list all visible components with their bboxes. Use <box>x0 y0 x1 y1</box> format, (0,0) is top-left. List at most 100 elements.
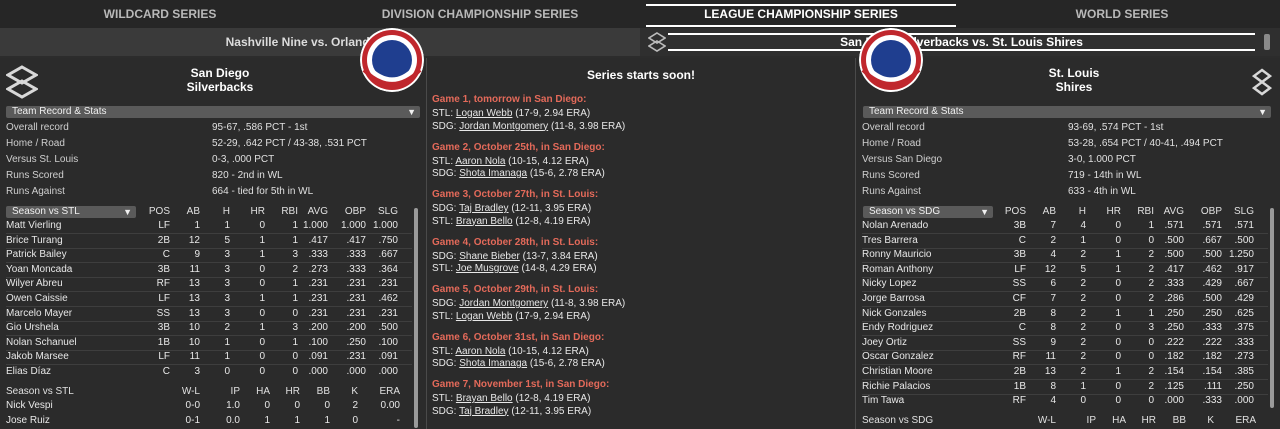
pitcher-season-stats: (14-8, 4.29 ERA) <box>521 263 597 274</box>
batter-stat: 1 <box>259 293 265 304</box>
batter-name: Jorge Barrosa <box>862 293 925 304</box>
pitching-header-cell: HR <box>1141 415 1156 426</box>
matchup-bar-selected[interactable]: San Diego Silverbacks vs. St. Louis Shir… <box>640 28 1280 56</box>
batter-stat: .100 <box>308 336 328 348</box>
pitcher-name: Jose Ruiz <box>6 414 50 426</box>
tab-world-series[interactable]: WORLD SERIES <box>964 0 1280 28</box>
batter-stat: 2 <box>1080 249 1086 261</box>
game-title: Game 7, November 1st, in San Diego: <box>432 379 610 390</box>
table-row[interactable]: Nick Gonzales 2B 8 2 1 1.250.250.625 <box>856 307 1268 322</box>
batter-name: Joey Ortiz <box>862 336 908 348</box>
batter-name: Roman Anthony <box>862 263 934 275</box>
table-row[interactable]: Tres Barrera C 2 1 0 0.500.667.500 <box>856 234 1268 249</box>
right-team-panel: St. Louis Shires Team Record & Stats ▼ O… <box>856 28 1280 429</box>
table-row[interactable]: Patrick Bailey C 9 3 1 3.333.333.667 <box>0 248 412 263</box>
pitcher-link[interactable]: Jordan Montgomery <box>459 298 548 309</box>
batter-stat: .091 <box>308 351 328 363</box>
table-row[interactable]: Jose Ruiz 0-1 0.0 1 1 1 0 - <box>0 414 412 429</box>
table-row[interactable]: Joey Ortiz SS 9 2 0 0.222.222.333 <box>856 336 1268 351</box>
pitcher-link[interactable]: Jordan Montgomery <box>459 121 548 132</box>
table-row[interactable]: Brice Turang 2B 12 5 1 1.417.417.750 <box>0 234 412 249</box>
table-row[interactable]: Marcelo Mayer SS 13 3 0 0.231.231.231 <box>0 307 412 322</box>
record-label: Versus San Diego <box>862 154 943 165</box>
pitcher-season-stats: (10-15, 4.12 ERA) <box>508 345 589 357</box>
batter-stat: 2 <box>224 322 230 334</box>
table-row[interactable]: Elias Díaz C 3 0 0 0.000.000.000 <box>0 365 412 380</box>
batter-stat: .333 <box>346 263 366 275</box>
table-row[interactable]: Matt Vierling LF 1 1 0 1 1.000 1.000 1.000 <box>0 219 412 234</box>
pitcher-link[interactable]: Brayan Bello <box>456 216 513 227</box>
batter-stat: .286 <box>1164 293 1184 304</box>
batter-stat: 12 <box>188 234 200 246</box>
pitching-header-cell: BB <box>1172 415 1186 426</box>
table-row[interactable]: Nicky Lopez SS 6 2 0 2.333.429.667 <box>856 277 1268 292</box>
pitcher-link[interactable]: Logan Webb <box>456 311 513 322</box>
table-row[interactable]: Nolan Arenado 3B 7 4 0 1.571.571.571 <box>856 219 1268 234</box>
pitcher-link[interactable]: Taj Bradley <box>459 406 508 417</box>
pitcher-link[interactable]: Joe Musgrove <box>456 263 519 274</box>
pitcher-link[interactable]: Logan Webb <box>456 108 513 119</box>
pitcher-link[interactable]: Taj Bradley <box>459 203 508 214</box>
left-record-dropdown[interactable]: Team Record & Stats ▼ <box>6 106 420 118</box>
batter-stat: .429 <box>1202 278 1222 290</box>
pitching-split-label: Season vs STL <box>6 386 74 397</box>
batter-stat: .417 <box>346 234 366 246</box>
pitcher-season-stats: (15-6, 2.78 ERA) <box>529 168 605 179</box>
pitcher-season-stats: (12-11, 3.95 ERA) <box>511 203 592 214</box>
batter-name: Elias Díaz <box>6 366 52 377</box>
pitcher-link[interactable]: Shane Bieber <box>459 251 520 262</box>
right-stats-scrollbar[interactable] <box>1270 208 1274 408</box>
batter-stat: 0 <box>259 220 265 231</box>
matchup-scrollbar[interactable] <box>1264 34 1270 50</box>
table-row[interactable]: Yoan Moncada 3B 11 3 0 2.273.333.364 <box>0 263 412 278</box>
pitcher-link[interactable]: Aaron Nola <box>455 156 505 167</box>
pitcher-stat: 0 <box>352 414 358 426</box>
batter-stat: 1 <box>1115 307 1121 319</box>
record-row: Versus San Diego 3-0, 1.000 PCT <box>856 152 1276 168</box>
batter-stat: .231 <box>346 351 366 363</box>
probable-pitcher-line: SDG: Shota Imanaga (15-6, 2.78 ERA) <box>432 168 605 179</box>
batter-stat: 0 <box>1115 395 1121 407</box>
table-row[interactable]: Oscar Gonzalez RF 11 2 0 0.182.182.273 <box>856 350 1268 365</box>
table-row[interactable]: Wilyer Abreu RF 13 3 0 1.231.231.231 <box>0 277 412 292</box>
batter-stat: .750 <box>378 234 398 246</box>
table-row[interactable]: Nick Vespi 0-0 1.0 0 0 0 2 0.00 <box>0 399 412 414</box>
table-row[interactable]: Richie Palacios 1B 8 1 0 2.125.111.250 <box>856 380 1268 395</box>
batter-name: Marcelo Mayer <box>6 307 73 319</box>
pitcher-link[interactable]: Shota Imanaga <box>459 168 527 179</box>
table-row[interactable]: Jorge Barrosa CF 7 2 0 2.286.500.429 <box>856 292 1268 307</box>
table-row[interactable]: Gio Urshela 3B 10 2 1 3.200.200.500 <box>0 321 412 336</box>
batter-stat: .100 <box>378 336 398 348</box>
table-row[interactable]: Christian Moore 2B 13 2 1 2.154.154.385 <box>856 365 1268 380</box>
table-row[interactable]: Tim Tawa RF 4 0 0 0.000.333.000 <box>856 394 1268 409</box>
tab-wildcard-series[interactable]: WILDCARD SERIES <box>0 0 320 28</box>
table-row[interactable]: Jakob Marsee LF 11 1 0 0.091.231.091 <box>0 350 412 365</box>
pitcher-stat: 0-0 <box>185 400 200 411</box>
table-row[interactable]: Ronny Mauricio 3B 4 2 1 2.500.500 1.250 <box>856 248 1268 263</box>
probable-pitcher-line: STL: Aaron Nola (10-15, 4.12 ERA) <box>432 346 589 357</box>
record-label: Overall record <box>862 122 925 133</box>
pitcher-link[interactable]: Brayan Bello <box>456 393 513 404</box>
left-stats-scrollbar[interactable] <box>414 208 418 428</box>
matchup-bar-other[interactable]: Nashville Nine vs. Orlando Orcas <box>0 28 640 56</box>
batter-stat: .000 <box>346 366 366 377</box>
batter-stat: .462 <box>378 293 398 304</box>
probable-pitcher-line: SDG: Taj Bradley (12-11, 3.95 ERA) <box>432 406 591 417</box>
game-title: Game 6, October 31st, in San Diego: <box>432 331 605 343</box>
pitcher-link[interactable]: Aaron Nola <box>455 346 505 357</box>
pitcher-stat: 0 <box>264 400 270 411</box>
batter-stat: 2 <box>1050 234 1056 246</box>
table-row[interactable]: Endy Rodriguez C 8 2 0 3.250.333.375 <box>856 321 1268 336</box>
record-row: Runs Scored 820 - 2nd in WL <box>0 168 420 184</box>
table-row[interactable]: Nolan Schanuel 1B 10 1 0 1.100.250.100 <box>0 336 412 351</box>
batter-stat: 3B <box>1013 249 1026 261</box>
batter-stat: C <box>1018 234 1026 246</box>
table-row[interactable]: Owen Caissie LF 13 3 1 1.231.231.462 <box>0 292 412 307</box>
record-value: 95-67, .586 PCT - 1st <box>212 122 308 133</box>
batter-stat: .333 <box>1234 336 1254 348</box>
pitcher-link[interactable]: Shota Imanaga <box>459 358 527 369</box>
probable-pitcher-line: SDG: Jordan Montgomery (11-8, 3.98 ERA) <box>432 298 625 309</box>
tab-division-championship-series[interactable]: DIVISION CHAMPIONSHIP SERIES <box>320 0 640 28</box>
table-row[interactable]: Roman Anthony LF 12 5 1 2.417.462.917 <box>856 263 1268 278</box>
right-record-dropdown[interactable]: Team Record & Stats ▼ <box>863 106 1271 118</box>
